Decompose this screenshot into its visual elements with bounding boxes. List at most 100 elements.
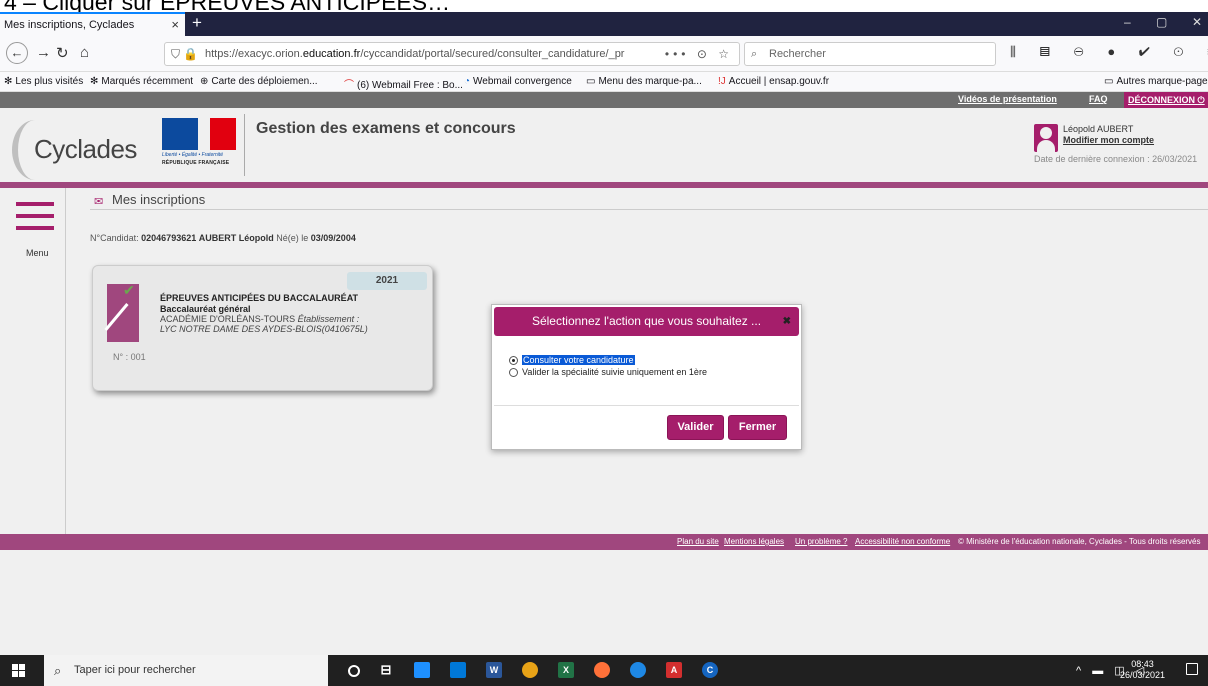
site-top-strip: Vidéos de présentation FAQ DÉCONNEXION ⏻: [0, 92, 1208, 108]
taskbar-clock[interactable]: 08:43 26/03/2021: [1120, 659, 1165, 681]
bookmark-carte[interactable]: ⊕ Carte des déploiemen...: [200, 76, 318, 87]
explorer-icon[interactable]: [414, 662, 430, 678]
gear-icon: ✻: [90, 76, 99, 87]
tab-close-icon[interactable]: ×: [171, 17, 179, 32]
other-bookmarks[interactable]: ▭ Autres marque-pages: [1104, 76, 1208, 87]
task-view-icon[interactable]: ⊟: [378, 662, 394, 678]
bookmark-menu[interactable]: ▭ Menu des marque-pa...: [586, 76, 702, 87]
browser-nav-bar: ← → ↻ ⌂ ⛉ 🔒 https://exacyc.orion.educati…: [0, 36, 1208, 72]
faq-link[interactable]: FAQ: [1089, 94, 1108, 104]
taskbar-search-input[interactable]: ⌕ Taper ici pour rechercher: [44, 655, 328, 686]
cyclades-logo[interactable]: Cyclades: [34, 134, 137, 165]
edit-account-link[interactable]: Modifier mon compte: [1063, 135, 1154, 145]
window-close-icon[interactable]: ✕: [1192, 15, 1202, 29]
browser-tab[interactable]: Mes inscriptions, Cyclades ×: [0, 12, 185, 36]
bookmark-most-visited[interactable]: ✻ Les plus visités: [4, 76, 83, 87]
site-footer: Plan du site Mentions légales Un problèm…: [0, 534, 1208, 550]
option-label: Consulter votre candidature: [522, 355, 635, 365]
footer-link-accessibilite[interactable]: Accessibilité non conforme: [855, 537, 950, 546]
bookmark-webmail-free[interactable]: ⌒ (6) Webmail Free : Bo...: [344, 76, 463, 91]
footer-link-plan[interactable]: Plan du site: [677, 537, 719, 546]
close-button[interactable]: Fermer: [728, 415, 787, 440]
header-divider: [244, 114, 245, 176]
year-badge: 2021: [347, 272, 427, 290]
windows-start-icon[interactable]: [12, 664, 25, 677]
notification-icon[interactable]: [1186, 663, 1198, 675]
bookmarks-bar: ✻ Les plus visités ✻ Marqués récemment ⊕ Ca…: [0, 72, 1208, 92]
exam-icon: ✔: [104, 282, 139, 342]
cortana-icon[interactable]: [348, 665, 360, 677]
folder-icon: ▭: [1104, 76, 1114, 87]
dialog-title: Sélectionnez l'action que vous souhaitez…: [531, 314, 762, 328]
radio-selected[interactable]: [509, 355, 518, 365]
home-icon[interactable]: ⌂: [80, 44, 89, 61]
option-valider-specialite[interactable]: Valider la spécialité suivie uniquement …: [509, 367, 707, 377]
more-icon[interactable]: •••: [665, 47, 690, 61]
app-title: Gestion des examens et concours: [256, 120, 516, 137]
store-icon[interactable]: [450, 662, 466, 678]
candidate-info: N°Candidat: 02046793621 AUBERT Léopold N…: [90, 233, 356, 243]
validate-button[interactable]: Valider: [667, 415, 724, 440]
videos-link[interactable]: Vidéos de présentation: [958, 94, 1057, 104]
page-title-bar: [90, 190, 1208, 210]
bookmark-recent[interactable]: ✻ Marqués récemment: [90, 76, 193, 87]
inscription-card[interactable]: 2021 ✔ ÉPREUVES ANTICIPÉES DU BACCALAURÉ…: [92, 265, 433, 391]
option-consulter[interactable]: Consulter votre candidature: [509, 355, 635, 365]
footer-copyright: © Ministère de l'éducation nationale, Cy…: [958, 537, 1201, 546]
marianne-logo: Liberté • Égalité • Fraternité RÉPUBLIQU…: [162, 118, 236, 176]
footer-link-probleme[interactable]: Un problème ?: [795, 537, 847, 546]
candidate-number: 02046793621: [141, 233, 197, 243]
action-dialog: Sélectionnez l'action que vous souhaitez…: [491, 304, 802, 450]
search-icon: ⌕: [751, 48, 758, 60]
dialog-close-icon[interactable]: ✖: [783, 307, 791, 336]
radio-unselected[interactable]: [509, 367, 518, 377]
browser-tab-bar: Mes inscriptions, Cyclades × + – ▢ ✕: [0, 12, 1208, 36]
flag-icon: [162, 118, 236, 150]
tab-title: Mes inscriptions, Cyclades: [4, 19, 135, 31]
page-actions[interactable]: ••• ⊙ ☆: [665, 43, 733, 65]
url-path: /cyccandidat/portal/secured/consulter_ca…: [360, 48, 625, 60]
mail-icon: ⌒: [344, 80, 354, 91]
option-label: Valider la spécialité suivie uniquement …: [522, 367, 707, 377]
toolbar-icons[interactable]: ⫼ ▤ ⊖ ● ✔ ⊙ ≡: [1010, 44, 1208, 60]
logout-link[interactable]: DÉCONNEXION ⏻: [1124, 92, 1208, 108]
hamburger-icon: [16, 202, 54, 206]
webmail-icon: ◔: [464, 76, 471, 87]
reload-icon[interactable]: ↻: [56, 44, 69, 62]
word-icon[interactable]: W: [486, 662, 502, 678]
site-header: Cyclades Liberté • Égalité • Fraternité …: [0, 108, 1208, 182]
marianne-motto: Liberté • Égalité • Fraternité: [162, 152, 224, 158]
lock-icon: ⛉ 🔒: [171, 47, 199, 61]
new-tab-button[interactable]: +: [192, 13, 202, 33]
bookmark-webmail-convergence[interactable]: ◔ Webmail convergence: [464, 76, 572, 87]
card-academy: ACADÉMIE D'ORLÉANS-TOURS Établissement :: [160, 314, 360, 324]
chrome-icon[interactable]: [522, 662, 538, 678]
footer-link-mentions[interactable]: Mentions légales: [724, 537, 784, 546]
back-arrow-icon[interactable]: ←: [6, 42, 28, 64]
birth-date: 03/09/2004: [310, 233, 356, 243]
edge-icon[interactable]: [630, 662, 646, 678]
bookmark-ensap[interactable]: !J Accueil | ensap.gouv.fr: [718, 76, 829, 87]
globe-icon: ⊕: [200, 76, 209, 87]
excel-icon[interactable]: X: [558, 662, 574, 678]
browser-search-input[interactable]: ⌕ Rechercher: [744, 42, 996, 66]
instruction-text: 4 – Cliquer sur ÉPREUVES ANTICIPÉES…: [4, 0, 450, 12]
inscriptions-icon: ✉: [94, 196, 104, 208]
url-bar[interactable]: ⛉ 🔒 https://exacyc.orion.education.fr/cy…: [164, 42, 740, 66]
menu-label: Menu: [26, 248, 49, 258]
card-etablissement: LYC NOTRE DAME DES AYDES-BLOIS(0410675L): [160, 324, 368, 334]
acrobat-icon[interactable]: A: [666, 662, 682, 678]
restore-icon[interactable]: ▢: [1156, 15, 1167, 29]
candidate-name: AUBERT Léopold: [198, 233, 274, 243]
last-login: Date de dernière connexion : 26/03/2021: [1034, 154, 1198, 164]
windows-taskbar: ⌕ Taper ici pour rechercher ⊟ W X A C ^ …: [0, 655, 1208, 686]
clock-time: 08:43: [1131, 659, 1154, 669]
card-title: ÉPREUVES ANTICIPÉES DU BACCALAURÉAT: [160, 293, 359, 303]
clock-date: 26/03/2021: [1120, 670, 1166, 680]
forward-arrow-icon[interactable]: →: [36, 44, 51, 61]
instruction-caption: 4 – Cliquer sur ÉPREUVES ANTICIPÉES…: [0, 0, 1208, 12]
app-c-icon[interactable]: C: [702, 662, 718, 678]
firefox-icon[interactable]: [594, 662, 610, 678]
url-domain: education.fr: [302, 48, 361, 60]
minimize-icon[interactable]: –: [1124, 15, 1131, 29]
